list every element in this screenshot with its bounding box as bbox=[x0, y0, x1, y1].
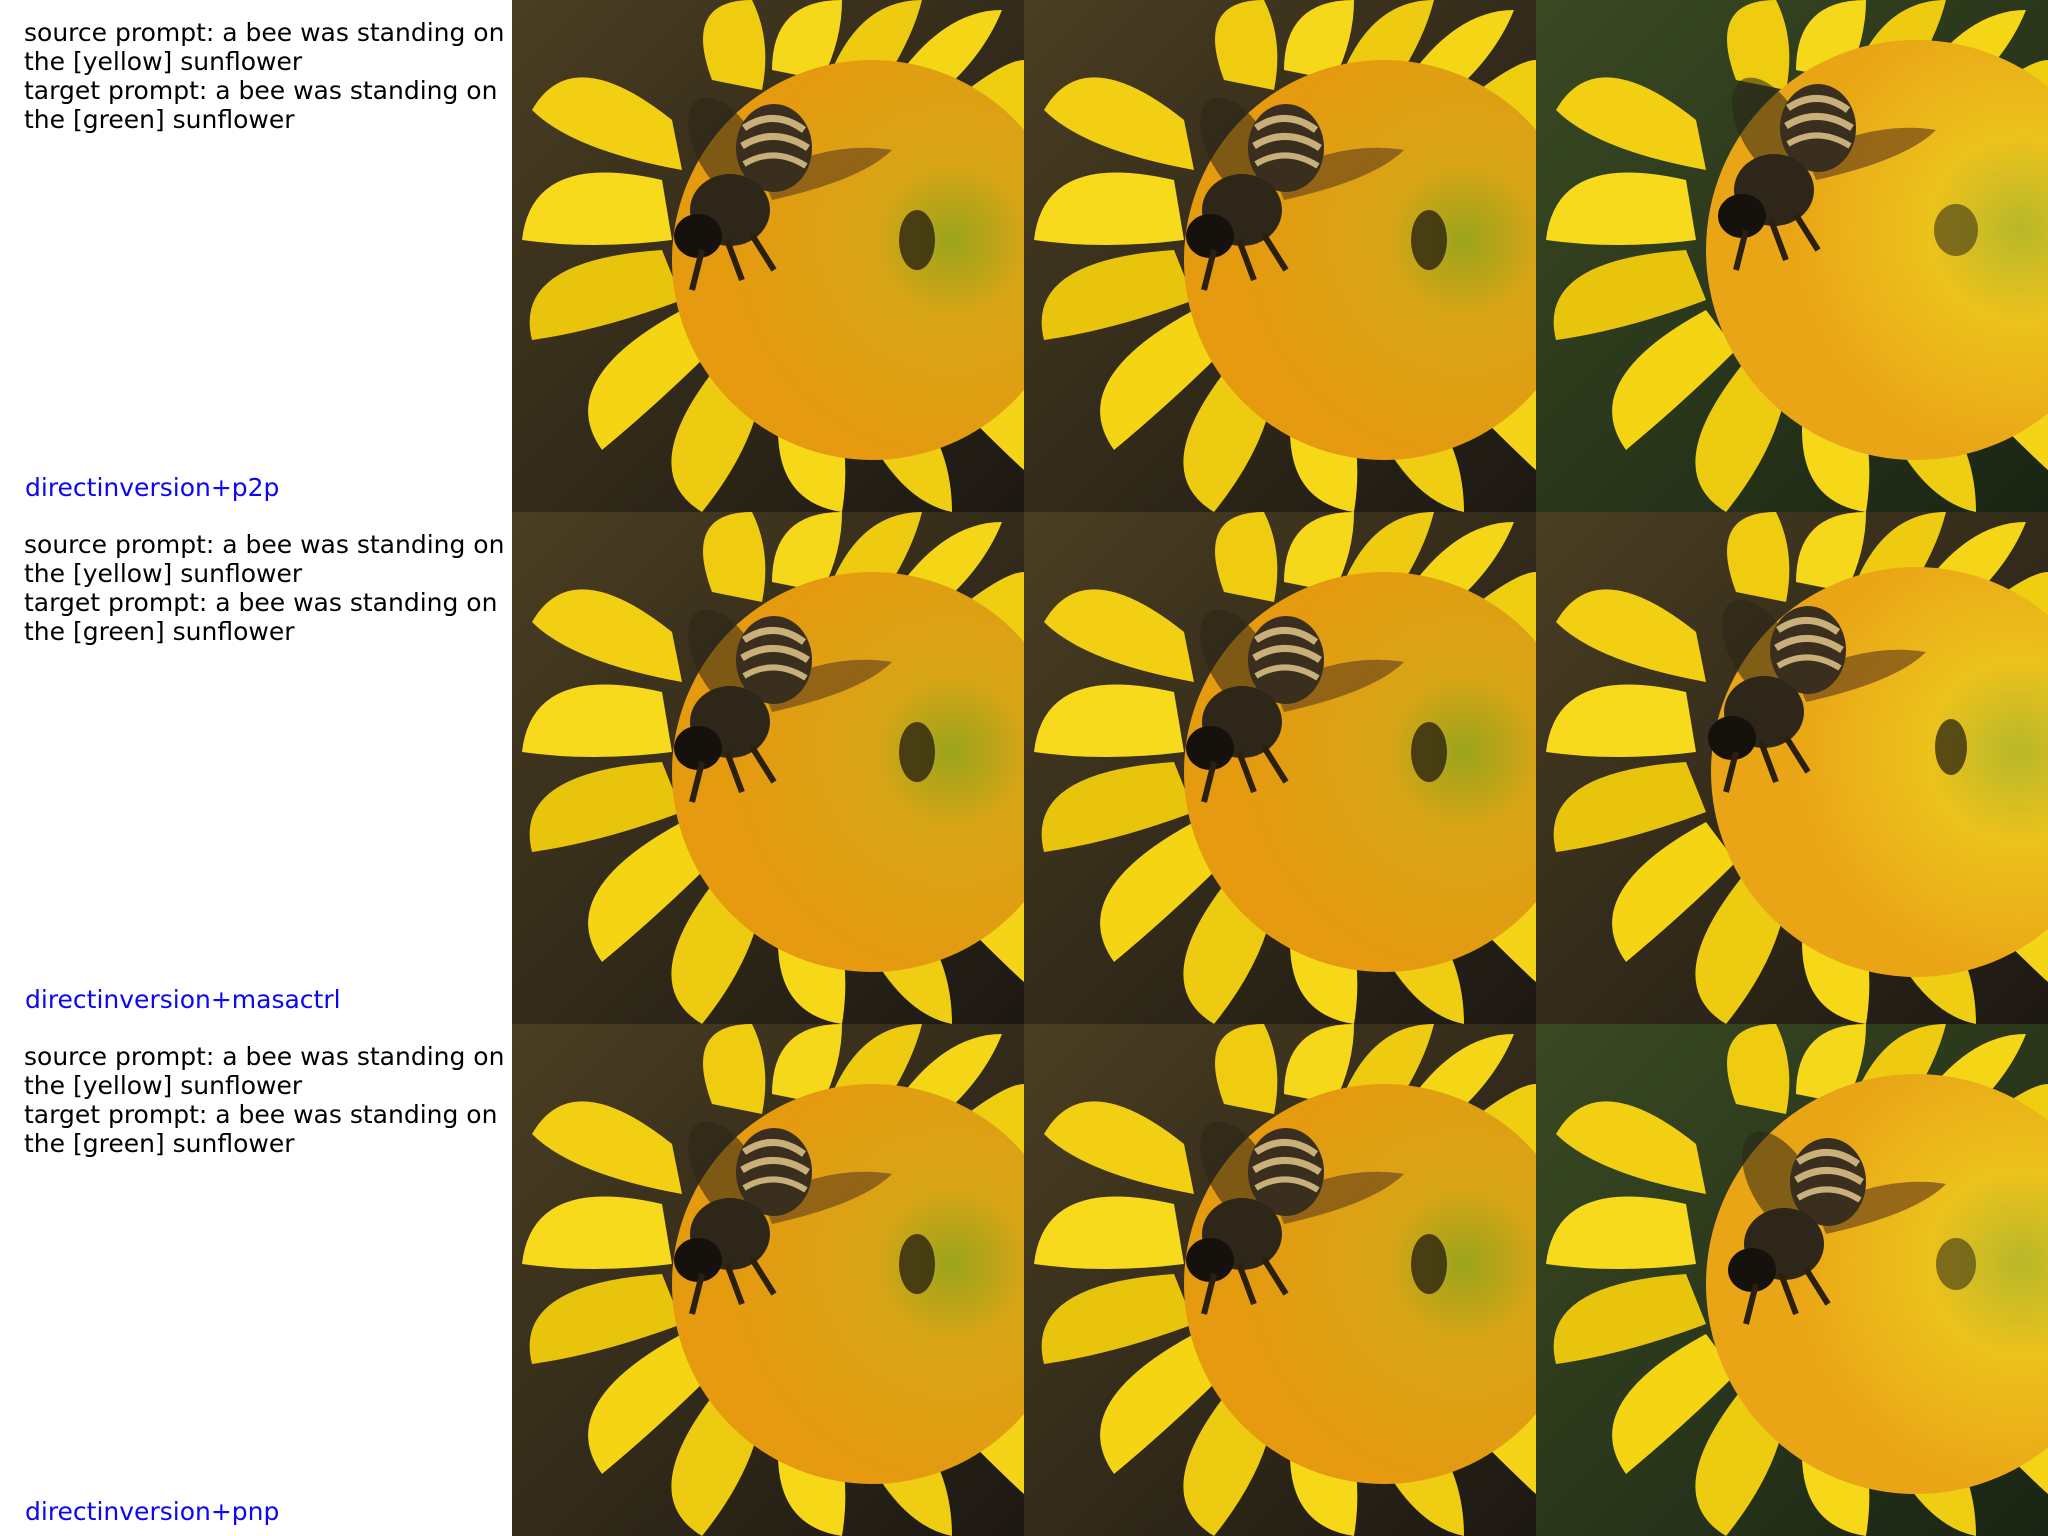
result-image-edited bbox=[1536, 1024, 2048, 1536]
method-label: directinversion+masactrl bbox=[25, 985, 341, 1014]
label-cell: source prompt: a bee was standing on the… bbox=[0, 512, 512, 1024]
result-image-source bbox=[512, 0, 1024, 512]
target-prompt: target prompt: a bee was standing on the… bbox=[24, 588, 506, 646]
label-cell: source prompt: a bee was standing on the… bbox=[0, 0, 512, 512]
label-cell: source prompt: a bee was standing on the… bbox=[0, 1024, 512, 1536]
method-label: directinversion+p2p bbox=[25, 473, 280, 502]
result-image-reconstruction bbox=[1024, 512, 1536, 1024]
result-image-reconstruction bbox=[1024, 0, 1536, 512]
comparison-row: source prompt: a bee was standing on the… bbox=[0, 0, 2048, 512]
comparison-row: source prompt: a bee was standing on the… bbox=[0, 512, 2048, 1024]
result-image-edited bbox=[1536, 512, 2048, 1024]
target-prompt: target prompt: a bee was standing on the… bbox=[24, 76, 506, 134]
source-prompt: source prompt: a bee was standing on the… bbox=[24, 1042, 513, 1100]
target-prompt: target prompt: a bee was standing on the… bbox=[24, 1100, 506, 1158]
result-image-edited bbox=[1536, 0, 2048, 512]
source-prompt: source prompt: a bee was standing on the… bbox=[24, 18, 513, 76]
comparison-grid: source prompt: a bee was standing on the… bbox=[0, 0, 2048, 1536]
comparison-row: source prompt: a bee was standing on the… bbox=[0, 1024, 2048, 1536]
source-prompt: source prompt: a bee was standing on the… bbox=[24, 530, 513, 588]
result-image-source bbox=[512, 512, 1024, 1024]
result-image-source bbox=[512, 1024, 1024, 1536]
result-image-reconstruction bbox=[1024, 1024, 1536, 1536]
method-label: directinversion+pnp bbox=[25, 1497, 280, 1526]
